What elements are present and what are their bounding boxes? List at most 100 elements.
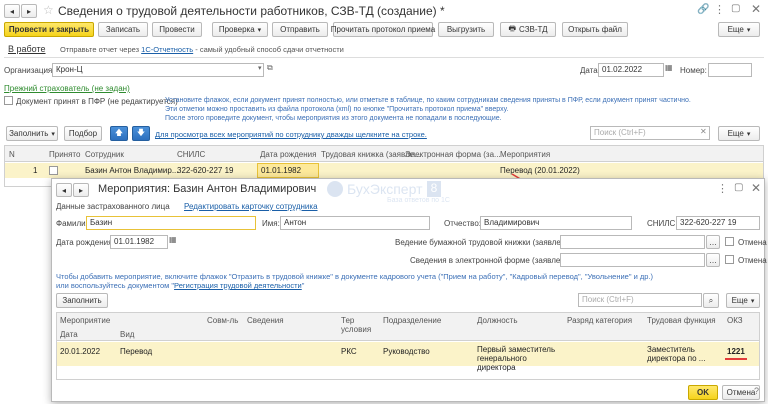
org-field[interactable]: Крон-Ц bbox=[52, 63, 264, 77]
calendar-icon[interactable]: ▦ bbox=[665, 63, 673, 72]
surname-field[interactable]: Базин bbox=[86, 216, 256, 230]
arrow-down-icon: 🡇 bbox=[136, 127, 146, 137]
dialog-search-input[interactable]: Поиск (Ctrl+F) bbox=[578, 293, 702, 307]
check-button[interactable]: Проверка ▾ bbox=[212, 22, 268, 37]
paper-select-button[interactable]: … bbox=[706, 235, 720, 249]
move-down-button[interactable]: 🡇 bbox=[132, 126, 150, 141]
save-button[interactable]: Записать bbox=[98, 22, 148, 37]
col-type[interactable]: Вид bbox=[120, 330, 134, 339]
chevron-down-icon: ▾ bbox=[750, 297, 755, 305]
forward-button[interactable]: ▸ bbox=[21, 4, 37, 18]
name-field[interactable]: Антон bbox=[280, 216, 430, 230]
dialog-close-icon[interactable]: ✕ bbox=[751, 181, 761, 195]
col-snils[interactable]: СНИЛС bbox=[177, 150, 205, 159]
date-value: 01.02.2022 bbox=[602, 65, 643, 74]
col-events[interactable]: Мероприятия bbox=[500, 150, 550, 159]
upload-button[interactable]: Выгрузить bbox=[438, 22, 494, 37]
main-search-input[interactable]: Поиск (Ctrl+F) bbox=[590, 126, 710, 140]
dialog-menu-icon[interactable]: ⋮ bbox=[717, 182, 728, 195]
electronic-select-button[interactable]: … bbox=[706, 253, 720, 267]
electronic-field[interactable] bbox=[560, 253, 705, 267]
status-link[interactable]: В работе bbox=[8, 44, 46, 54]
birth-label: Дата рождения: bbox=[56, 238, 115, 247]
row-type: Перевод bbox=[120, 347, 153, 356]
col-n[interactable]: N bbox=[9, 150, 15, 159]
dialog-title: Мероприятия: Базин Антон Владимирович bbox=[98, 183, 317, 195]
dialog-maximize-icon[interactable]: ▢ bbox=[734, 182, 743, 193]
cancel2-checkbox[interactable] bbox=[725, 255, 734, 264]
dialog-back-button[interactable]: ◂ bbox=[56, 183, 72, 197]
dialog-more-label: Еще bbox=[731, 296, 748, 305]
col-okz[interactable]: ОКЗ bbox=[727, 316, 743, 325]
post-close-button[interactable]: Провести и закрыть bbox=[4, 22, 94, 37]
col-function[interactable]: Трудовая функция bbox=[647, 316, 716, 325]
registration-link[interactable]: Регистрация трудовой деятельности bbox=[174, 281, 302, 290]
paper-field[interactable] bbox=[560, 235, 705, 249]
more-button[interactable]: Еще ▾ bbox=[718, 22, 760, 37]
col-info[interactable]: Сведения bbox=[247, 316, 284, 325]
col-position[interactable]: Должность bbox=[477, 316, 518, 325]
favorite-star-icon[interactable]: ☆ bbox=[43, 3, 54, 17]
dialog-more-button[interactable]: Еще ▾ bbox=[726, 293, 760, 308]
main-titlebar: ◂ ▸ ☆ Сведения о трудовой деятельности р… bbox=[0, 0, 768, 22]
number-field[interactable] bbox=[708, 63, 752, 77]
post-button[interactable]: Провести bbox=[152, 22, 202, 37]
accepted-pfr-checkbox[interactable] bbox=[4, 96, 13, 105]
dialog-hint-post: " bbox=[301, 281, 305, 290]
events-hint-link[interactable]: Для просмотра всех мероприятий по сотруд… bbox=[155, 130, 427, 139]
snils-field[interactable]: 322-620-227 19 bbox=[676, 216, 760, 230]
chevron-down-icon: ▾ bbox=[746, 130, 751, 138]
patronymic-field[interactable]: Владимирович bbox=[480, 216, 632, 230]
col-employee[interactable]: Сотрудник bbox=[85, 150, 124, 159]
status-text: Отправьте отчет через 1С-Отчетность - са… bbox=[60, 45, 344, 54]
col-event[interactable]: Мероприятие bbox=[60, 316, 110, 325]
menu-icon[interactable]: ⋮ bbox=[714, 3, 725, 16]
edit-card-link[interactable]: Редактировать карточку сотрудника bbox=[184, 202, 318, 211]
col-division[interactable]: Подразделение bbox=[383, 316, 441, 325]
dialog-fill-button[interactable]: Заполнить bbox=[56, 293, 108, 308]
move-up-button[interactable]: 🡅 bbox=[110, 126, 128, 141]
col-electronic[interactable]: Электронная форма (за... bbox=[405, 150, 501, 159]
table-row[interactable]: 1 Базин Антон Владимир... 322-620-227 19… bbox=[5, 163, 763, 178]
col-birth[interactable]: Дата рождения bbox=[260, 150, 316, 159]
fill-button[interactable]: Заполнить ▾ bbox=[6, 126, 58, 141]
patronymic-label: Отчество: bbox=[444, 219, 481, 228]
send-button[interactable]: Отправить bbox=[272, 22, 328, 37]
birth-field[interactable]: 01.01.1982 bbox=[110, 235, 168, 249]
col-combo[interactable]: Совм-ль bbox=[207, 316, 238, 325]
date-field[interactable]: 01.02.2022 bbox=[598, 63, 664, 77]
cancel1-checkbox[interactable] bbox=[725, 237, 734, 246]
open-file-button[interactable]: Открыть файл bbox=[562, 22, 628, 37]
col-category[interactable]: Разряд категория bbox=[567, 316, 632, 325]
birth-calendar-icon[interactable]: ▦ bbox=[169, 235, 177, 244]
prev-insurer-link[interactable]: Прежний страхователь (не задан) bbox=[4, 84, 130, 93]
col-terms[interactable]: Тер условия bbox=[341, 316, 371, 334]
row-okz: 1221 bbox=[727, 347, 745, 356]
maximize-icon[interactable]: ▢ bbox=[731, 3, 740, 14]
table-row[interactable]: 20.01.2022 Перевод РКС Руководство Первы… bbox=[57, 342, 759, 372]
select-button[interactable]: Подбор bbox=[64, 126, 102, 141]
szv-td-button[interactable]: 🖶 СЗВ-ТД bbox=[500, 22, 556, 37]
ok-button[interactable]: OK bbox=[688, 385, 718, 400]
back-button[interactable]: ◂ bbox=[4, 4, 20, 18]
check-button-label: Проверка bbox=[218, 25, 255, 34]
status-post: - самый удобный способ сдачи отчетности bbox=[193, 45, 344, 54]
col-date[interactable]: Дата bbox=[60, 330, 78, 339]
row-employee: Базин Антон Владимир... bbox=[85, 166, 179, 175]
search-clear-icon[interactable]: ✕ bbox=[700, 127, 707, 136]
dialog-hint-line-1: Чтобы добавить мероприятие, включите фла… bbox=[56, 272, 654, 281]
1c-reporting-link[interactable]: 1С-Отчетность bbox=[141, 45, 193, 54]
org-dropdown-icon[interactable]: ▾ bbox=[258, 64, 262, 72]
dialog-search-button[interactable]: ⌕ bbox=[703, 293, 719, 308]
szv-td-label: СЗВ-ТД bbox=[519, 25, 548, 34]
read-protocol-button[interactable]: Прочитать протокол приема bbox=[331, 22, 435, 37]
row-birth[interactable]: 01.01.1982 bbox=[257, 163, 319, 178]
dialog-forward-button[interactable]: ▸ bbox=[73, 183, 89, 197]
close-icon[interactable]: ✕ bbox=[751, 2, 761, 16]
help-icon[interactable]: ? bbox=[754, 386, 759, 396]
row-accepted-checkbox[interactable] bbox=[49, 166, 58, 175]
table-more-button[interactable]: Еще ▾ bbox=[718, 126, 760, 141]
col-accepted[interactable]: Принято bbox=[49, 150, 80, 159]
org-open-icon[interactable]: ⧉ bbox=[267, 63, 273, 73]
link-icon[interactable]: 🔗 bbox=[697, 4, 709, 15]
